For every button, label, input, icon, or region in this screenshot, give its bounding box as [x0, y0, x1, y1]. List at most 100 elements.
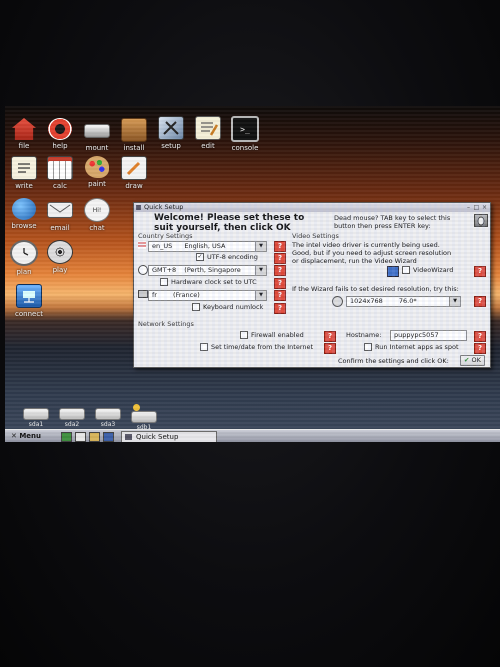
drive-icon — [59, 408, 85, 420]
firewall-checkbox-row[interactable]: Firewall enabled — [240, 331, 304, 339]
utf8-help-button[interactable]: ? — [274, 253, 286, 264]
usb-mounted-badge-icon — [133, 404, 140, 411]
run-spot-checkbox[interactable] — [364, 343, 372, 351]
setup-tools-icon — [158, 116, 184, 140]
drive-sda2[interactable]: sda2 — [55, 408, 89, 428]
video-wizard-help-button[interactable]: ? — [474, 266, 486, 277]
terminal-icon: >_ — [231, 116, 259, 142]
desktop-screen: file help mount install setup edit >_ co… — [5, 106, 500, 442]
dead-mouse-hint: Dead mouse? TAB key to select this butto… — [334, 214, 451, 230]
drive-icon — [131, 411, 157, 423]
desktop-icon-connect[interactable]: connect — [7, 284, 51, 318]
firewall-help-button[interactable]: ? — [324, 331, 336, 342]
time-internet-checkbox-row[interactable]: Set time/date from the Internet — [200, 343, 313, 351]
confirm-text: Confirm the settings and click OK: — [338, 357, 449, 365]
resolution-select[interactable]: 1024x768 76.0* ▼ — [346, 296, 461, 307]
utf8-checkbox[interactable]: ✓ — [196, 253, 204, 261]
drive-sda1[interactable]: sda1 — [19, 408, 53, 428]
word-processor-icon — [11, 156, 37, 180]
desktop-icon-console[interactable]: >_ console — [223, 116, 267, 152]
clock-planner-icon — [10, 240, 38, 266]
install-box-icon — [121, 118, 147, 142]
envelope-email-icon — [47, 202, 73, 218]
show-desktop-icon[interactable] — [61, 432, 72, 442]
window-menu-icon[interactable] — [136, 205, 141, 210]
hostname-label: Hostname: — [346, 331, 382, 339]
text-editor-icon — [195, 116, 221, 140]
drive-icon — [95, 408, 121, 420]
network-settings-heading: Network Settings — [138, 320, 194, 328]
country-settings-heading: Country Settings — [138, 232, 193, 240]
help-lifebuoy-icon — [48, 118, 72, 140]
locale-help-button[interactable]: ? — [274, 241, 286, 252]
taskbar-task-quick-setup[interactable]: Quick Setup — [121, 431, 217, 442]
resolution-help-button[interactable]: ? — [474, 296, 486, 307]
desktop-icon-chat[interactable]: Hi! chat — [75, 198, 119, 232]
drive-sdb1[interactable]: sdb1 — [127, 404, 161, 431]
hostname-input[interactable]: puppypc5057 — [390, 330, 467, 341]
browser-launcher-icon[interactable] — [103, 432, 114, 442]
video-monitor-icon — [387, 266, 399, 277]
run-spot-help-button[interactable]: ? — [474, 343, 486, 354]
desktop-icon-play[interactable]: play — [38, 240, 82, 274]
spreadsheet-icon — [47, 156, 73, 180]
ok-button[interactable]: ✔ OK — [460, 355, 485, 366]
quick-setup-dialog: Quick Setup – □ × Welcome! Please set th… — [133, 202, 491, 368]
drive-icon — [23, 408, 49, 420]
globe-browser-icon — [12, 198, 36, 220]
file-manager-icon — [12, 118, 36, 140]
chevron-down-icon: ▼ — [255, 242, 266, 251]
video-wizard-button[interactable]: VideoWizard — [402, 266, 453, 274]
close-icon[interactable]: × — [481, 204, 488, 211]
wizard-fail-text: If the Wizard fails to set desired resol… — [292, 285, 459, 293]
video-driver-info: The intel video driver is currently bein… — [292, 241, 452, 265]
numlock-help-button[interactable]: ? — [274, 303, 286, 314]
timezone-help-button[interactable]: ? — [274, 265, 286, 276]
dead-mouse-button[interactable] — [474, 214, 488, 227]
minimize-icon[interactable]: – — [465, 204, 472, 211]
taskbar: ✕ Menu Quick Setup — [5, 429, 500, 442]
video-settings-heading: Video Settings — [292, 232, 339, 240]
welcome-heading: Welcome! Please set these to suit yourse… — [154, 213, 305, 233]
timezone-clock-icon — [138, 265, 148, 275]
dialog-title: Quick Setup — [144, 203, 184, 211]
draw-pencil-icon — [121, 156, 147, 180]
keyboard-help-button[interactable]: ? — [274, 290, 286, 301]
chevron-down-icon: ▼ — [449, 297, 460, 306]
ok-check-icon: ✔ — [464, 356, 470, 364]
hw-clock-checkbox[interactable] — [160, 278, 168, 286]
video-wizard-checkbox[interactable] — [402, 266, 410, 274]
run-spot-checkbox-row[interactable]: Run Internet apps as spot — [364, 343, 459, 351]
hw-clock-checkbox-row[interactable]: Hardware clock set to UTC — [160, 278, 257, 286]
paint-palette-icon — [85, 156, 109, 178]
resolution-refresh-icon — [332, 296, 343, 307]
chat-bubble-icon: Hi! — [84, 198, 110, 222]
mouse-icon — [477, 216, 485, 226]
locale-select[interactable]: en_US English, USA ▼ — [148, 241, 267, 252]
locale-flag-icon — [138, 241, 146, 249]
numlock-checkbox-row[interactable]: Keyboard numlock — [192, 303, 263, 311]
time-internet-checkbox[interactable] — [200, 343, 208, 351]
timezone-select[interactable]: GMT+8 (Perth, Singapore ▼ — [148, 265, 267, 276]
drive-mount-icon — [84, 124, 110, 138]
firewall-checkbox[interactable] — [240, 331, 248, 339]
file-manager-launcher-icon[interactable] — [75, 432, 86, 442]
hostname-help-button[interactable]: ? — [474, 331, 486, 342]
hw-clock-help-button[interactable]: ? — [274, 278, 286, 289]
numlock-checkbox[interactable] — [192, 303, 200, 311]
quick-setup-task-icon — [125, 434, 132, 440]
start-menu-button[interactable]: ✕ Menu — [11, 432, 41, 440]
keyboard-select[interactable]: fr (France) ▼ — [148, 290, 267, 301]
utf8-checkbox-row[interactable]: ✓ UTF-8 encoding — [196, 253, 258, 261]
drive-sda3[interactable]: sda3 — [91, 408, 125, 428]
keyboard-icon — [138, 290, 148, 298]
dialog-titlebar[interactable]: Quick Setup – □ × — [134, 203, 490, 212]
network-connect-icon — [16, 284, 42, 308]
desktop-icon-draw[interactable]: draw — [112, 156, 156, 190]
chevron-down-icon: ▼ — [255, 291, 266, 300]
puppy-logo-icon: ✕ — [11, 432, 17, 440]
film-reel-icon — [47, 240, 73, 264]
terminal-launcher-icon[interactable] — [89, 432, 100, 442]
time-internet-help-button[interactable]: ? — [324, 343, 336, 354]
maximize-icon[interactable]: □ — [473, 204, 480, 211]
